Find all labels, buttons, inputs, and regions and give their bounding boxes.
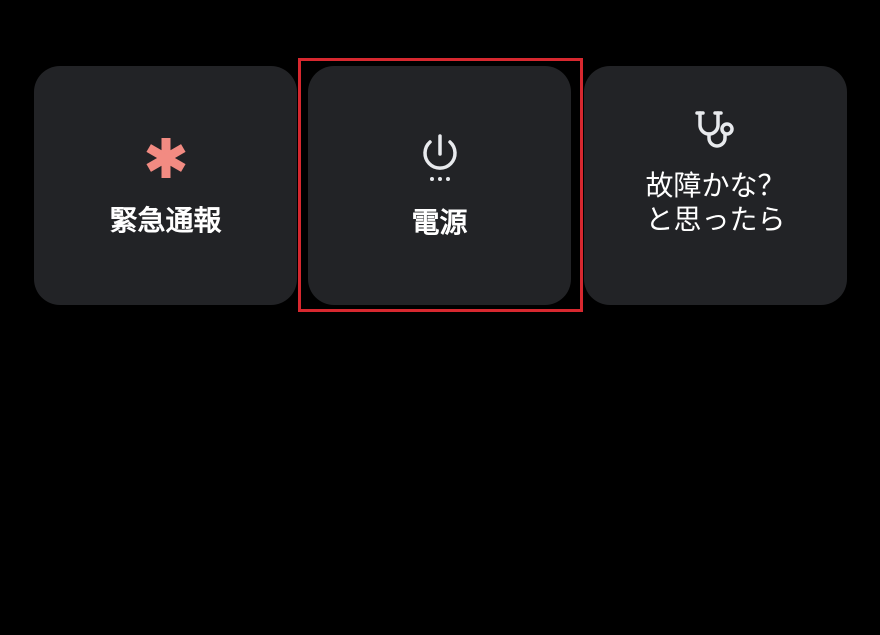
troubleshoot-label: 故障かな？ と思ったら bbox=[645, 169, 785, 237]
emergency-call-label: 緊急通報 bbox=[109, 203, 222, 237]
power-icon bbox=[418, 132, 462, 184]
power-button[interactable]: 電源 bbox=[308, 66, 571, 305]
stethoscope-icon bbox=[694, 107, 738, 151]
emergency-call-button[interactable]: 緊急通報 bbox=[34, 66, 297, 305]
asterisk-icon bbox=[142, 134, 190, 182]
troubleshoot-button[interactable]: 故障かな？ と思ったら bbox=[584, 66, 847, 305]
power-label: 電源 bbox=[411, 205, 468, 239]
troubleshoot-label-line-1: 故障かな？ bbox=[645, 168, 786, 202]
troubleshoot-label-line-2: と思ったら bbox=[645, 202, 786, 236]
